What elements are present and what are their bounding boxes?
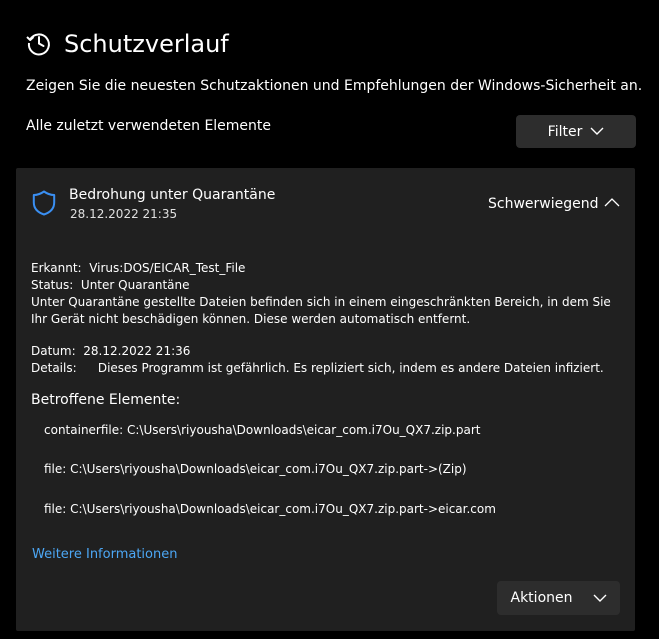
- threat-timestamp: 28.12.2022 21:35: [70, 207, 178, 221]
- detected-row: Erkannt: Virus:DOS/EICAR_Test_File: [31, 260, 245, 277]
- history-icon: [26, 33, 50, 56]
- actions-button-label: Aktionen: [510, 590, 573, 606]
- details-value: Dieses Programm ist gefährlich. Es repli…: [97, 361, 604, 375]
- detected-label: Erkannt:: [31, 261, 82, 275]
- page-description: Zeigen Sie die neuesten Schutzaktionen u…: [26, 78, 643, 94]
- status-value: Unter Quarantäne: [80, 278, 190, 292]
- page-title: Schutzverlauf: [64, 30, 229, 58]
- details-label: Details:: [31, 361, 77, 375]
- chevron-down-icon: [593, 594, 606, 602]
- affected-item: file: C:\Users\riyousha\Downloads\eicar_…: [44, 462, 467, 476]
- actions-button[interactable]: Aktionen: [497, 581, 620, 615]
- chevron-up-icon[interactable]: [604, 196, 620, 208]
- filter-button[interactable]: Filter: [516, 115, 636, 148]
- threat-title: Bedrohung unter Quarantäne: [69, 187, 276, 203]
- status-message: Unter Quarantäne gestellte Dateien befin…: [31, 295, 611, 326]
- more-info-link[interactable]: Weitere Informationen: [32, 546, 177, 564]
- affected-items-heading: Betroffene Elemente:: [31, 392, 181, 408]
- status-row: Status: Unter Quarantäne: [31, 277, 190, 294]
- details-row: Details: Dieses Programm ist gefährlich.…: [31, 360, 604, 377]
- severity-label: Schwerwiegend: [488, 196, 599, 212]
- section-label: Alle zuletzt verwendeten Elemente: [26, 118, 272, 134]
- chevron-down-icon: [590, 127, 604, 135]
- status-label: Status:: [31, 278, 74, 292]
- affected-item: file: C:\Users\riyousha\Downloads\eicar_…: [44, 502, 496, 516]
- filter-button-label: Filter: [547, 123, 583, 140]
- threat-card: Bedrohung unter Quarantäne 28.12.2022 21…: [16, 168, 635, 631]
- shield-icon: [32, 190, 56, 216]
- affected-item: containerfile: C:\Users\riyousha\Downloa…: [44, 423, 481, 437]
- date-value: 28.12.2022 21:36: [83, 344, 191, 358]
- date-label: Datum:: [31, 344, 76, 358]
- detected-value: Virus:DOS/EICAR_Test_File: [89, 261, 246, 275]
- date-row: Datum: 28.12.2022 21:36: [31, 343, 190, 360]
